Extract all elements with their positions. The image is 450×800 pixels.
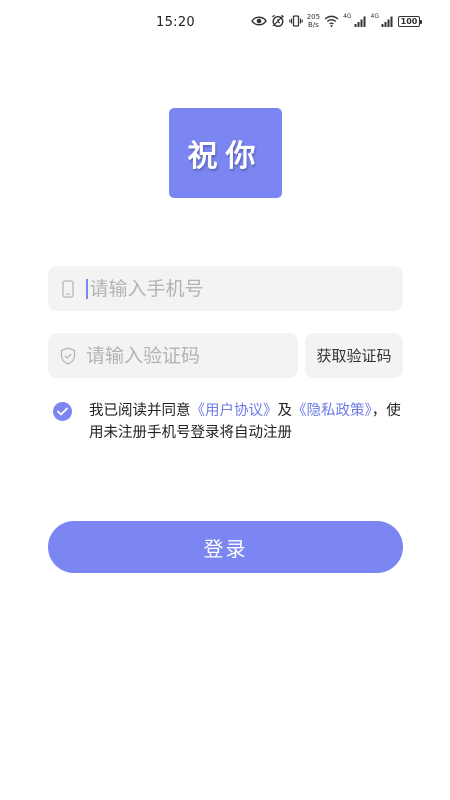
wifi-icon	[324, 15, 339, 27]
agreement-checkbox[interactable]	[53, 402, 72, 421]
vibrate-icon	[288, 14, 303, 28]
net-speed-unit: B/s	[307, 21, 319, 29]
app-logo-text: 祝你	[187, 139, 264, 174]
check-icon	[57, 407, 68, 416]
status-time: 15:20	[156, 15, 195, 30]
code-field[interactable]	[48, 333, 329, 378]
get-code-button[interactable]: 获取验证码	[305, 333, 403, 378]
text-cursor	[86, 278, 88, 299]
signal-icon	[381, 15, 394, 27]
login-button[interactable]: 登录	[48, 521, 403, 573]
shield-icon	[60, 346, 76, 366]
net-speed-value: 205	[306, 13, 321, 21]
agreement-prefix: 我已阅读并同意	[89, 403, 191, 419]
battery-level: 100	[400, 16, 418, 26]
status-icons: 205 B/s 4G 4G 100	[250, 13, 422, 29]
alarm-icon	[271, 14, 285, 28]
signal-icon	[354, 15, 367, 27]
agreement-conjunction: 及	[277, 403, 293, 419]
privacy-policy-link[interactable]: 《隐私政策》	[292, 403, 372, 419]
net-speed: 205 B/s	[307, 13, 320, 29]
network-type-1: 4G	[343, 13, 352, 20]
phone-input[interactable]	[89, 277, 350, 300]
user-agreement-link[interactable]: 《用户协议》	[191, 403, 278, 419]
status-bar: 15:20 205 B/s 4G 4G 100	[0, 0, 450, 44]
agreement-text: 我已阅读并同意《用户协议》及《隐私政策》，使用未注册手机号登录将自动注册	[89, 400, 409, 444]
phone-field[interactable]	[48, 266, 403, 311]
phone-icon	[60, 279, 76, 299]
eye-icon	[250, 15, 267, 27]
network-type-2: 4G	[370, 13, 379, 20]
battery-icon: 100	[398, 15, 422, 27]
app-logo: 祝你	[169, 108, 282, 198]
login-screen: 15:20 205 B/s 4G 4G 100 祝你 请输入手机号 请输入验证码…	[0, 0, 450, 800]
code-input[interactable]	[86, 344, 329, 367]
